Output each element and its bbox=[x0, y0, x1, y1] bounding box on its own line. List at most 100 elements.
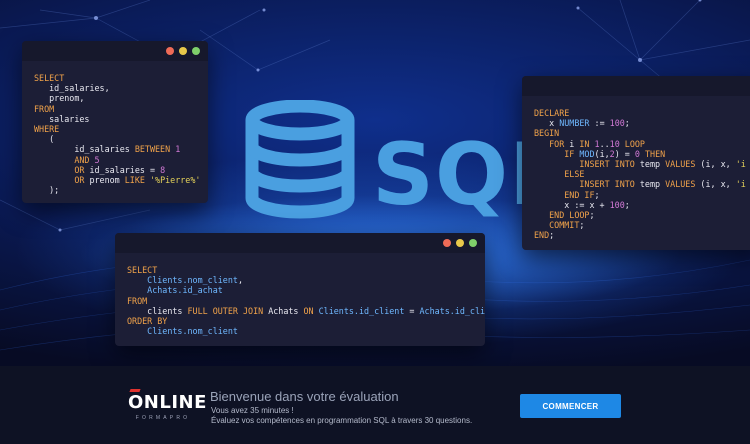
code-token: VALUES bbox=[665, 179, 701, 190]
code-line: FOR i IN 1..10 LOOP bbox=[534, 139, 750, 149]
code-token: FULL OUTER JOIN bbox=[187, 305, 269, 316]
code-token: temp bbox=[639, 158, 666, 169]
code-line: INSERT INTO temp VALUES (i, x, 'i est bbox=[534, 159, 750, 169]
code-line: Clients.nom_client, bbox=[127, 275, 473, 285]
code-token: := bbox=[589, 118, 610, 129]
code-token: clients bbox=[127, 305, 188, 316]
code-token: (i, bbox=[594, 148, 610, 159]
code-token: FROM bbox=[127, 295, 148, 306]
code-token: Achats.id_achat bbox=[127, 285, 223, 296]
code-token: 10 bbox=[609, 138, 620, 149]
code-token: .. bbox=[599, 138, 610, 149]
code-token: temp bbox=[639, 179, 666, 190]
code-token: 100 bbox=[609, 118, 625, 129]
code-window-select-salaries: SELECT id_salaries, prenom, FROM salaries… bbox=[22, 41, 208, 203]
code-token: = bbox=[404, 305, 420, 316]
welcome-title: Bienvenue dans votre évaluation bbox=[210, 389, 399, 404]
welcome-banner bbox=[0, 366, 750, 444]
code-line: END; bbox=[534, 230, 750, 240]
code-token: ON bbox=[303, 305, 319, 316]
code-block: SELECT id_salaries, prenom, FROM salaries… bbox=[22, 61, 208, 203]
code-token: 8 bbox=[160, 164, 166, 175]
code-token: , bbox=[237, 275, 243, 286]
code-token: 100 bbox=[609, 199, 625, 210]
start-button[interactable]: COMMENCER bbox=[520, 394, 621, 418]
code-block: SELECT Clients.nom_client, Achats.id_ach… bbox=[115, 253, 485, 346]
code-token: WHERE bbox=[34, 123, 60, 134]
code-token: id_salaries, bbox=[34, 83, 110, 94]
code-token: INSERT INTO bbox=[534, 158, 640, 169]
code-line: SELECT bbox=[34, 73, 196, 83]
minimize-dot-icon bbox=[456, 239, 464, 247]
code-line: END IF; bbox=[534, 190, 750, 200]
code-token: Achats.id_client bbox=[419, 305, 486, 316]
code-token: Clients.nom_client bbox=[127, 275, 238, 286]
code-token: MOD bbox=[579, 148, 595, 159]
code-token: ORDER BY bbox=[127, 315, 168, 326]
brand-subtitle: FORMAPRO bbox=[135, 415, 191, 421]
code-line: OR id_salaries = 8 bbox=[34, 165, 196, 175]
code-token: ); bbox=[34, 185, 60, 196]
code-token: VALUES bbox=[665, 158, 701, 169]
code-token: BETWEEN bbox=[134, 144, 176, 155]
code-line: IF MOD(i,2) = 0 THEN bbox=[534, 149, 750, 159]
code-line: prenom, bbox=[34, 93, 196, 103]
brand-name: ONLINE bbox=[128, 392, 207, 413]
code-token: ) = bbox=[614, 148, 635, 159]
code-token: 'i est bbox=[735, 179, 746, 190]
code-line: ORDER BY bbox=[127, 316, 473, 326]
code-line: COMMIT; bbox=[534, 220, 750, 230]
time-limit-text: Vous avez 35 minutes ! bbox=[211, 406, 294, 415]
maximize-dot-icon bbox=[469, 239, 477, 247]
code-token: '%Pierre%' bbox=[149, 174, 201, 185]
code-token: DECLARE bbox=[534, 108, 570, 118]
code-line: SELECT bbox=[127, 265, 473, 275]
code-token: LOOP bbox=[619, 138, 645, 149]
code-token: THEN bbox=[639, 148, 666, 159]
code-token: 5 bbox=[94, 154, 100, 165]
code-line: x := x + 100; bbox=[534, 200, 750, 210]
code-line: salaries bbox=[34, 114, 196, 124]
code-token: 'i est bbox=[735, 158, 746, 169]
maximize-dot-icon bbox=[192, 47, 200, 55]
code-token: ; bbox=[589, 209, 595, 220]
code-line: id_salaries, bbox=[34, 83, 196, 93]
assessment-description: Évaluez vos compétences en programmation… bbox=[211, 416, 473, 425]
code-token: Clients.id_client bbox=[318, 305, 405, 316]
code-token: SELECT bbox=[127, 265, 158, 275]
window-title-bar bbox=[115, 233, 485, 253]
code-block: DECLARE x NUMBER := 100; BEGIN FOR i IN 1… bbox=[522, 96, 750, 250]
code-token: END bbox=[534, 230, 550, 241]
code-token: prenom bbox=[89, 174, 125, 185]
code-token: id_salaries = bbox=[89, 164, 161, 175]
code-token: x bbox=[534, 118, 560, 129]
code-line: ); bbox=[34, 185, 196, 195]
close-dot-icon bbox=[443, 239, 451, 247]
code-token: BEGIN bbox=[534, 128, 560, 139]
code-token: ELSE bbox=[534, 169, 585, 180]
code-token: Clients.nom_client bbox=[127, 326, 238, 337]
code-token: AND bbox=[34, 154, 95, 165]
brand-logo: ONLINE FORMAPRO bbox=[128, 389, 207, 421]
code-token: END LOOP bbox=[534, 209, 590, 220]
code-token: NUMBER bbox=[559, 118, 590, 129]
code-line: x NUMBER := 100; bbox=[534, 118, 750, 128]
code-line: clients FULL OUTER JOIN Achats ON Client… bbox=[127, 305, 485, 316]
code-window-outer-join: SELECT Clients.nom_client, Achats.id_ach… bbox=[115, 233, 485, 346]
code-token: ; bbox=[594, 189, 600, 200]
code-token: ; bbox=[624, 118, 630, 129]
code-line: AND 5 bbox=[34, 155, 196, 165]
code-token: IN bbox=[579, 138, 595, 149]
code-line: DECLARE bbox=[534, 108, 750, 118]
code-token: FROM bbox=[34, 103, 55, 114]
code-token: i bbox=[569, 138, 580, 149]
window-title-bar bbox=[522, 76, 750, 96]
code-line: Achats.id_achat bbox=[127, 285, 473, 295]
code-line: id_salaries BETWEEN 1 bbox=[34, 144, 196, 154]
code-line: INSERT INTO temp VALUES (i, x, 'i est bbox=[534, 179, 750, 189]
code-line: END LOOP; bbox=[534, 210, 750, 220]
close-dot-icon bbox=[166, 47, 174, 55]
code-line: BEGIN bbox=[534, 128, 750, 138]
minimize-dot-icon bbox=[179, 47, 187, 55]
code-token: OR bbox=[34, 164, 90, 175]
